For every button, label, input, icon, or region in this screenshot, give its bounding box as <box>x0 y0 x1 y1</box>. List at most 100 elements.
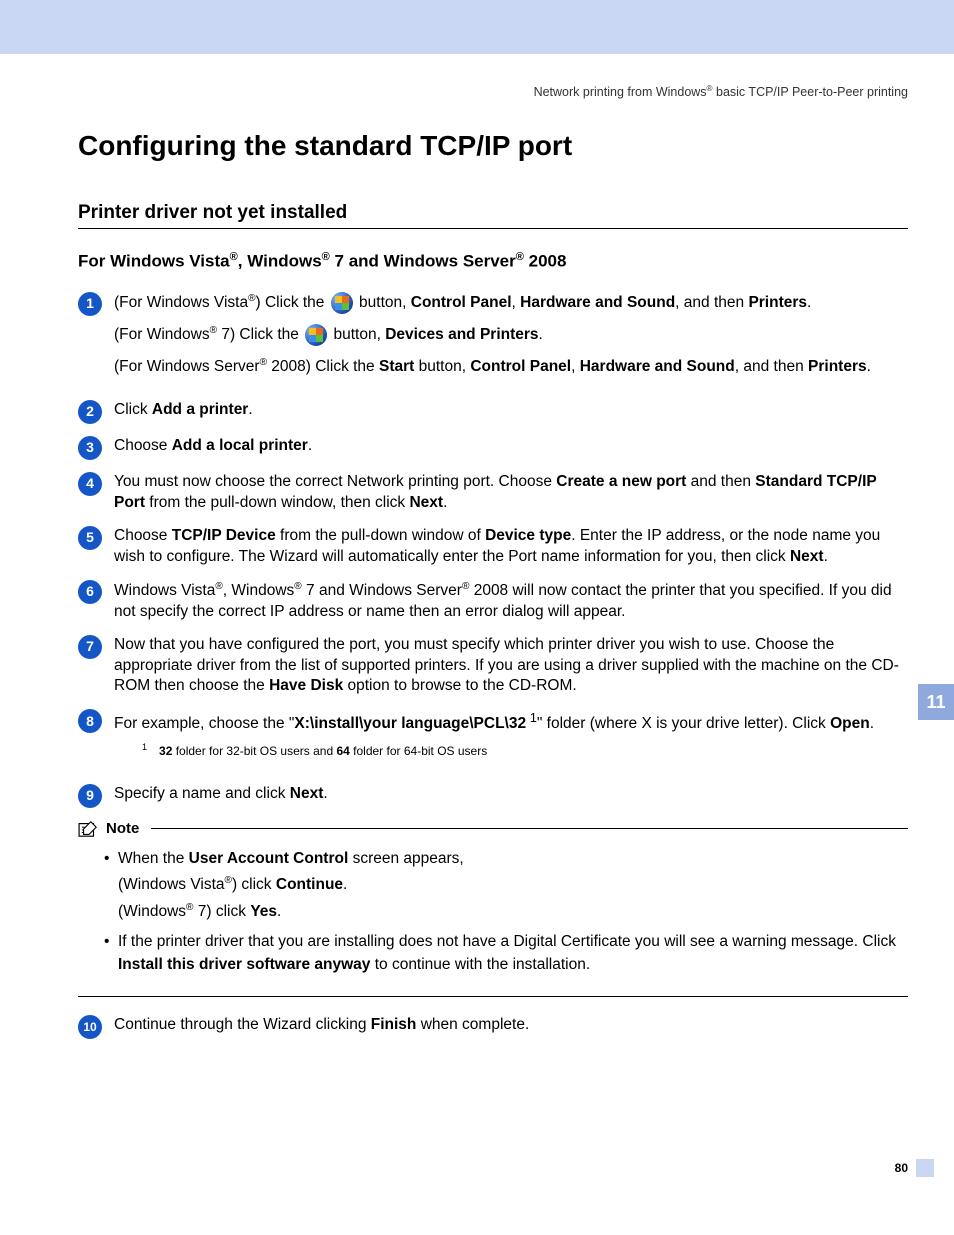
text: (Windows Vista <box>118 876 225 893</box>
bold: Have Disk <box>269 677 343 694</box>
step-body: Specify a name and click Next. <box>114 784 908 805</box>
header-text-post: basic TCP/IP Peer-to-Peer printing <box>713 85 908 99</box>
text: folder for 64-bit OS users <box>350 744 487 758</box>
bold: Next <box>290 785 324 802</box>
step-4: 4 You must now choose the correct Networ… <box>78 472 908 514</box>
text: (For Windows Vista <box>114 294 248 311</box>
text: . <box>277 903 281 920</box>
footnote-ref: 1 <box>526 710 537 725</box>
bold: Printers <box>748 294 807 311</box>
step-body: Now that you have configured the port, y… <box>114 635 908 698</box>
step-body: Choose Add a local printer. <box>114 436 908 457</box>
step-body: Continue through the Wizard clicking Fin… <box>114 1015 908 1036</box>
bold: X:\install\your language\PCL\32 <box>294 716 526 733</box>
h3-part: , Windows <box>238 252 322 271</box>
text: folder for 32-bit OS users and <box>172 744 336 758</box>
step-6: 6 Windows Vista®, Windows® 7 and Windows… <box>78 580 908 623</box>
text: . <box>870 716 874 733</box>
step-2: 2 Click Add a printer. <box>78 400 908 424</box>
note-rule <box>151 828 908 829</box>
text: . <box>248 401 252 418</box>
step-number-icon: 9 <box>78 784 102 808</box>
step-number-icon: 5 <box>78 526 102 550</box>
bold: Install this driver software anyway <box>118 956 370 973</box>
text: " folder (where X is your drive letter).… <box>537 716 830 733</box>
top-color-band <box>0 0 954 54</box>
text: option to browse to the CD-ROM. <box>343 677 576 694</box>
bold: Open <box>830 716 870 733</box>
bold: Add a local printer <box>172 437 308 454</box>
bold: Control Panel <box>470 358 571 375</box>
text: button, <box>355 294 411 311</box>
step-number-icon: 6 <box>78 580 102 604</box>
bold: Yes <box>250 903 277 920</box>
note-pencil-icon <box>78 820 100 838</box>
step-number-icon: 1 <box>78 292 102 316</box>
text: button, <box>329 326 385 343</box>
text: . <box>443 494 447 511</box>
bold: 64 <box>336 744 349 758</box>
text: , and then <box>735 358 808 375</box>
text: Click <box>114 401 152 418</box>
bold: Continue <box>276 876 343 893</box>
footnote-num: 1 <box>142 742 147 752</box>
text: You must now choose the correct Network … <box>114 473 556 490</box>
bold: Add a printer <box>152 401 248 418</box>
text: (For Windows Server <box>114 358 260 375</box>
text: When the <box>118 850 189 867</box>
h3-part: 7 and Windows Server <box>330 252 516 271</box>
page-content: Configuring the standard TCP/IP port Pri… <box>78 130 908 1051</box>
header-text-pre: Network printing from Windows <box>534 85 707 99</box>
reg-mark: ® <box>322 251 330 263</box>
text: (Windows <box>118 903 186 920</box>
reg-mark: ® <box>294 581 301 592</box>
bold: TCP/IP Device <box>172 527 276 544</box>
windows-start-orb-icon <box>331 292 353 314</box>
text: from the pull-down window of <box>276 527 485 544</box>
bold: Start <box>379 358 414 375</box>
step-number-icon: 8 <box>78 709 102 733</box>
bold: Printers <box>808 358 867 375</box>
step-number-icon: 10 <box>78 1015 102 1039</box>
page-number: 80 <box>895 1161 908 1175</box>
reg-mark: ® <box>230 251 238 263</box>
step-9: 9 Specify a name and click Next. <box>78 784 908 808</box>
footnote: 1 32 folder for 32-bit OS users and 64 fo… <box>142 741 908 759</box>
note-header: Note <box>78 820 908 838</box>
bold: Next <box>409 494 443 511</box>
text: screen appears, <box>348 850 463 867</box>
step-body: (For Windows Vista®) Click the button, C… <box>114 292 908 388</box>
reg-mark: ® <box>516 251 524 263</box>
chapter-tab: 11 <box>918 684 954 720</box>
bold: Control Panel <box>411 294 512 311</box>
text: ) click <box>232 876 276 893</box>
bold: Finish <box>371 1016 417 1033</box>
text: For example, choose the " <box>114 716 294 733</box>
step-body: Click Add a printer. <box>114 400 908 421</box>
text: . <box>824 548 828 565</box>
text: Continue through the Wizard clicking <box>114 1016 371 1033</box>
note-item: When the User Account Control screen app… <box>104 848 908 924</box>
note-block: Note When the User Account Control scree… <box>78 820 908 998</box>
text: . <box>308 437 312 454</box>
reg-mark: ® <box>260 357 267 368</box>
page-title: Configuring the standard TCP/IP port <box>78 130 908 162</box>
step-8: 8 For example, choose the "X:\install\yo… <box>78 709 908 771</box>
bold: 32 <box>159 744 172 758</box>
text: . <box>867 358 871 375</box>
text: . <box>807 294 811 311</box>
step-number-icon: 7 <box>78 635 102 659</box>
text: Choose <box>114 527 172 544</box>
reg-mark: ® <box>225 875 232 886</box>
bold: Hardware and Sound <box>520 294 675 311</box>
windows-start-orb-icon <box>305 324 327 346</box>
steps-list: 1 (For Windows Vista®) Click the button,… <box>78 292 908 1040</box>
text: to continue with the installation. <box>370 956 590 973</box>
step-1: 1 (For Windows Vista®) Click the button,… <box>78 292 908 388</box>
text: 7) click <box>193 903 250 920</box>
page-number-accent <box>916 1159 934 1177</box>
h3-part: 2008 <box>524 252 567 271</box>
step-10: 10 Continue through the Wizard clicking … <box>78 1015 908 1039</box>
text: Specify a name and click <box>114 785 290 802</box>
step-body: For example, choose the "X:\install\your… <box>114 709 908 771</box>
